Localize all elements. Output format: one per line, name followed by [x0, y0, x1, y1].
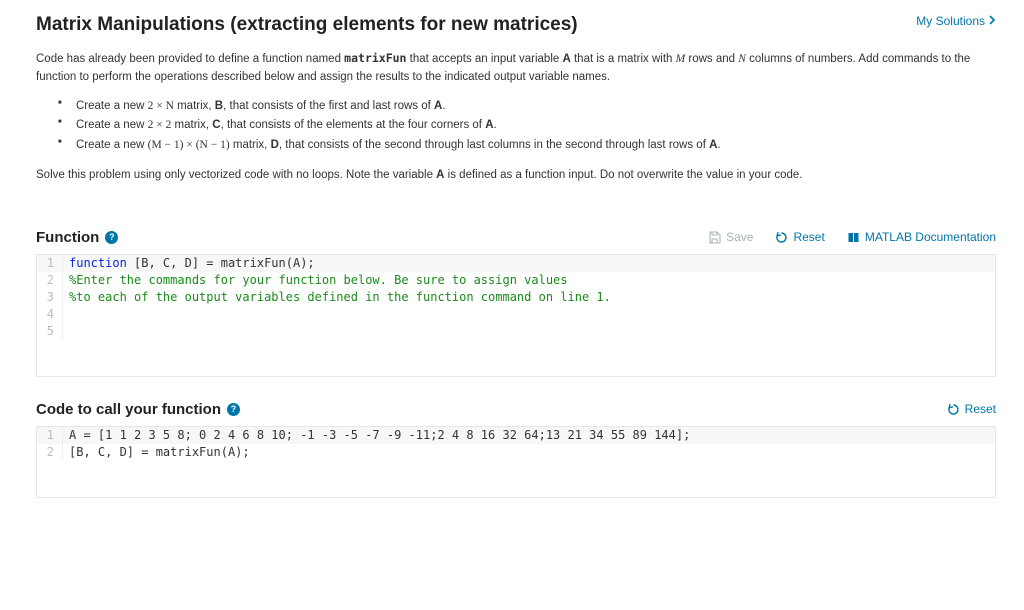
my-solutions-link[interactable]: My Solutions	[916, 14, 996, 28]
my-solutions-label: My Solutions	[916, 14, 985, 28]
code-content[interactable]: %to each of the output variables defined…	[63, 289, 995, 306]
chevron-right-icon	[989, 14, 996, 28]
list-item: Create a new 2 × 2 matrix, C, that consi…	[76, 116, 996, 136]
reset-button[interactable]: Reset	[775, 230, 824, 244]
code-line[interactable]: 1A = [1 1 2 3 5 8; 0 2 4 6 8 10; -1 -3 -…	[37, 427, 995, 444]
list-item: Create a new (M − 1) × (N − 1) matrix, D…	[76, 136, 996, 156]
code-content[interactable]	[63, 306, 995, 323]
function-editor[interactable]: 1function [B, C, D] = matrixFun(A);2%Ent…	[36, 254, 996, 377]
code-line[interactable]: 2[B, C, D] = matrixFun(A);	[37, 444, 995, 461]
code-line[interactable]: 4	[37, 306, 995, 323]
func-name: matrixFun	[344, 51, 406, 65]
line-number: 1	[37, 427, 63, 444]
book-icon	[847, 231, 860, 244]
line-number: 2	[37, 272, 63, 289]
code-line[interactable]: 2%Enter the commands for your function b…	[37, 272, 995, 289]
line-number: 4	[37, 306, 63, 323]
function-section-header: Function ? Save Reset MATLAB Documentati…	[36, 229, 996, 246]
call-section-header: Code to call your function ? Reset	[36, 401, 996, 418]
problem-intro: Code has already been provided to define…	[36, 50, 996, 87]
function-actions: Save Reset MATLAB Documentation	[708, 230, 996, 244]
reset-icon	[947, 403, 960, 416]
code-line[interactable]: 1function [B, C, D] = matrixFun(A);	[37, 255, 995, 272]
line-number: 2	[37, 444, 63, 461]
call-title: Code to call your function ?	[36, 401, 240, 418]
page-title: Matrix Manipulations (extracting element…	[36, 14, 578, 36]
line-number: 5	[37, 323, 63, 340]
save-icon	[708, 231, 721, 244]
code-content[interactable]	[63, 323, 995, 340]
code-content[interactable]: function [B, C, D] = matrixFun(A);	[63, 255, 995, 272]
list-item: Create a new 2 × N matrix, B, that consi…	[76, 97, 996, 117]
help-icon[interactable]: ?	[105, 231, 118, 244]
code-line[interactable]: 5	[37, 323, 995, 340]
code-line[interactable]: 3%to each of the output variables define…	[37, 289, 995, 306]
reset-icon	[775, 231, 788, 244]
line-number: 1	[37, 255, 63, 272]
call-editor[interactable]: 1A = [1 1 2 3 5 8; 0 2 4 6 8 10; -1 -3 -…	[36, 426, 996, 498]
code-content[interactable]: %Enter the commands for your function be…	[63, 272, 995, 289]
header: Matrix Manipulations (extracting element…	[36, 14, 996, 36]
task-list: Create a new 2 × N matrix, B, that consi…	[36, 97, 996, 156]
code-content[interactable]: A = [1 1 2 3 5 8; 0 2 4 6 8 10; -1 -3 -5…	[63, 427, 995, 444]
line-number: 3	[37, 289, 63, 306]
save-button[interactable]: Save	[708, 230, 753, 244]
matlab-docs-link[interactable]: MATLAB Documentation	[847, 230, 996, 244]
call-actions: Reset	[947, 402, 996, 416]
code-content[interactable]: [B, C, D] = matrixFun(A);	[63, 444, 995, 461]
help-icon[interactable]: ?	[227, 403, 240, 416]
problem-note: Solve this problem using only vectorized…	[36, 167, 996, 184]
reset-call-button[interactable]: Reset	[947, 402, 996, 416]
function-title: Function ?	[36, 229, 118, 246]
